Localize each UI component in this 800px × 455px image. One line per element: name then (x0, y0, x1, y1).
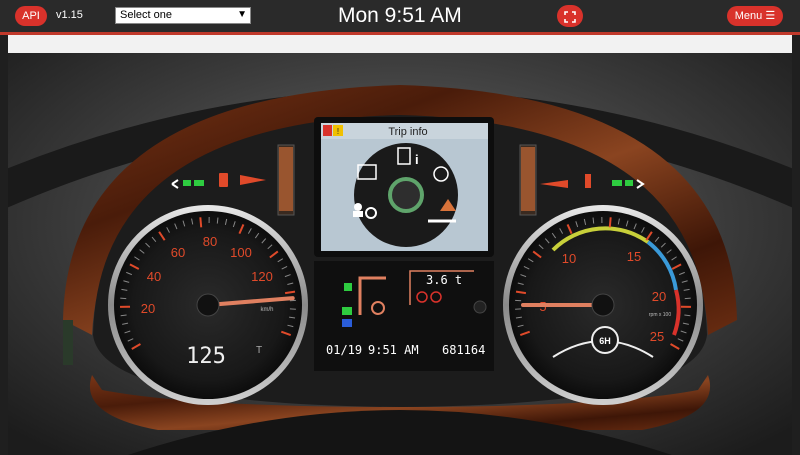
info-icon: i (415, 152, 419, 167)
rpm-unit: rpm x 100 (649, 312, 671, 318)
menu-button[interactable]: Menu ☰ (727, 6, 783, 26)
left-green-bar (183, 180, 191, 186)
warning-icon-red (323, 125, 332, 136)
menu-label: Menu (734, 10, 763, 22)
warning-glyph: ! (337, 127, 339, 136)
fuel-icon (219, 173, 228, 187)
top-light-strip (8, 35, 792, 53)
hamburger-icon: ☰ (765, 10, 776, 22)
api-button[interactable]: API (15, 6, 47, 26)
tick-label-20: 20 (652, 289, 666, 304)
left-aux-indicator (63, 320, 73, 365)
coolant-temp-icon (585, 174, 591, 188)
tick-label-60: 60 (171, 245, 185, 260)
beam-indicator-blue (342, 319, 352, 327)
tachometer-hub (591, 293, 615, 317)
temp-level-fill (521, 147, 535, 211)
version-label: v1.15 (56, 9, 83, 21)
dashboard-svg: 20 40 60 80 100 120 km/h 125 T ! Trip in… (8, 35, 792, 455)
lower-info-panel: 3.6 t 01/19 9:51 AM 681164 (314, 261, 494, 371)
speedometer: 20 40 60 80 100 120 km/h 125 T (108, 205, 308, 405)
fullscreen-button[interactable] (557, 5, 583, 27)
driver-settings-body (353, 211, 363, 217)
tick-label-20: 20 (141, 301, 155, 316)
dashboard-view: 20 40 60 80 100 120 km/h 125 T ! Trip in… (8, 35, 792, 455)
fuel-level-fill (279, 147, 293, 211)
fullscreen-icon (564, 11, 576, 23)
current-gear: 6H (599, 336, 611, 346)
tick-mark (216, 217, 219, 224)
tick-label-40: 40 (147, 269, 161, 284)
right-green-bar-2 (625, 180, 633, 186)
tick-label-25: 25 (650, 329, 664, 344)
menu-wheel-center (388, 177, 424, 213)
trip-indicator: T (256, 345, 262, 356)
speedometer-hub (196, 293, 220, 317)
beam-indicator-green (342, 307, 352, 315)
right-green-bar (612, 180, 622, 186)
left-green-bar-2 (194, 180, 204, 186)
tick-label-15: 15 (627, 249, 641, 264)
chevron-down-icon: ▼ (237, 9, 247, 20)
speed-unit: km/h (260, 307, 273, 313)
tick-label-100: 100 (230, 245, 252, 260)
display-date: 01/19 (326, 343, 362, 357)
tick-mark (592, 217, 595, 224)
tick-mark (608, 217, 612, 228)
clock-display: Mon 9:51 AM (338, 4, 462, 27)
center-display: ! Trip info i (314, 117, 494, 257)
panel-knob (473, 300, 487, 314)
odometer: 681164 (442, 343, 485, 357)
top-toolbar: API v1.15 Select one ▼ Mon 9:51 AM Menu … (0, 0, 800, 32)
display-title: Trip info (388, 126, 427, 138)
telemetry-select[interactable]: Select one ▼ (115, 7, 251, 24)
tick-mark (199, 217, 203, 228)
tick-label-10: 10 (562, 251, 576, 266)
driver-settings-icon (354, 203, 362, 211)
tick-label-80: 80 (203, 234, 217, 249)
cargo-weight: 3.6 t (426, 273, 462, 287)
light-indicator-green (344, 283, 352, 291)
tick-label-120: 120 (251, 269, 273, 284)
digital-speed: 125 (186, 344, 226, 369)
select-value: Select one (120, 9, 172, 21)
tachometer: 5 10 15 20 25 rpm x 100 6H (503, 205, 703, 405)
display-time: 9:51 AM (368, 343, 419, 357)
